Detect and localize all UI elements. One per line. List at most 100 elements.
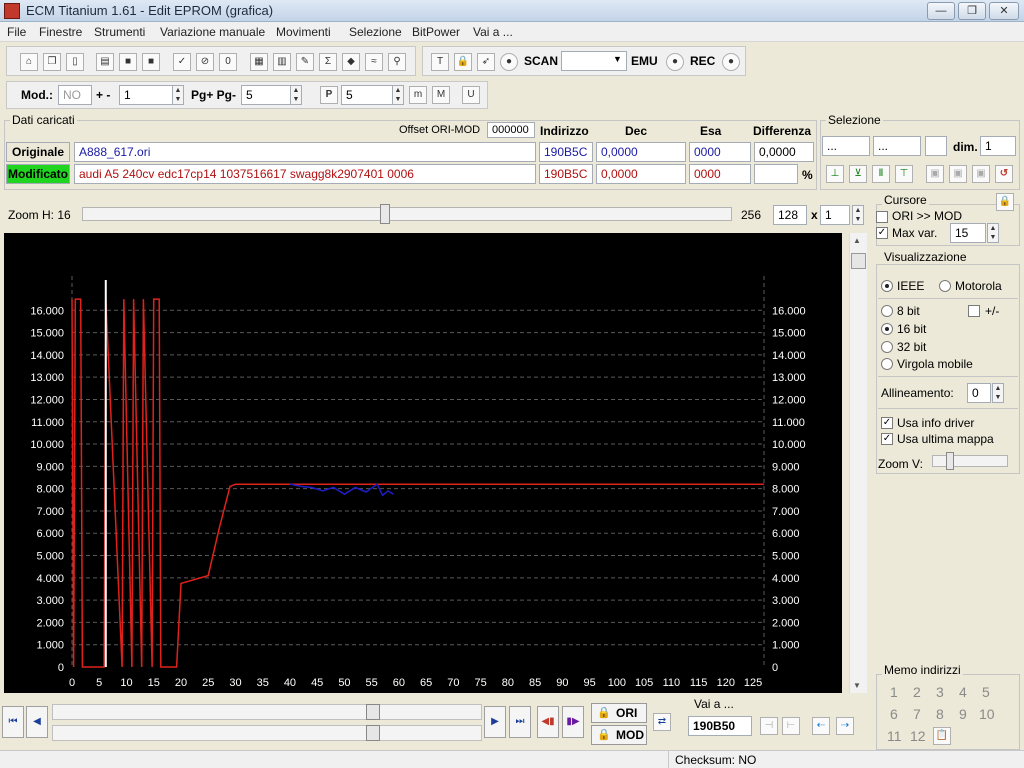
text-icon[interactable]: T	[431, 53, 449, 71]
pgpg-field[interactable]: 5	[241, 85, 293, 105]
binoculars-icon[interactable]: ⚲	[388, 53, 406, 71]
modificato-esa-field[interactable]: 0000	[689, 164, 751, 184]
zoom-v-thumb[interactable]	[946, 452, 954, 470]
memo-slot-9[interactable]: 9	[959, 706, 967, 722]
zero-icon[interactable]: 0	[219, 53, 237, 71]
maxvar-spinner[interactable]: ▲ ▼	[987, 223, 999, 243]
step-forward-icon[interactable]: ▮▶	[562, 706, 584, 738]
memo-slot-8[interactable]: 8	[936, 706, 944, 722]
sum-icon[interactable]: Σ	[319, 53, 337, 71]
zoom-h-thumb[interactable]	[380, 204, 390, 224]
p-spinner[interactable]: ▲ ▼	[392, 85, 404, 105]
memo-slot-12[interactable]: 12	[910, 728, 926, 744]
menu-movimenti[interactable]: Movimenti	[276, 25, 331, 39]
selezione-end-field[interactable]: ...	[873, 136, 921, 156]
compare-icon[interactable]: ⊘	[196, 53, 214, 71]
originale-esa-field[interactable]: 0000	[689, 142, 751, 162]
check-icon[interactable]: ✓	[173, 53, 191, 71]
selezione-start-field[interactable]: ...	[822, 136, 870, 156]
usa-ultima-mappa-checkbox[interactable]: ✓	[881, 433, 893, 445]
step-back-icon[interactable]: ◀▮	[537, 706, 559, 738]
scroll-thumb[interactable]	[851, 253, 866, 269]
modificato-diff-field[interactable]	[754, 164, 798, 184]
graph-svg[interactable]: 0 01.000 1.0002.000 2.0003.000 3.0004.000 4.0…	[4, 233, 842, 693]
zoom-h-slider[interactable]	[82, 207, 732, 221]
maximize-button[interactable]: ❐	[958, 2, 986, 20]
open-folder-icon[interactable]: ▤	[96, 53, 114, 71]
dim-field[interactable]: 1	[980, 136, 1016, 156]
menu-selezione[interactable]: Selezione	[349, 25, 402, 39]
copy-icon[interactable]: ❐	[43, 53, 61, 71]
select-range-icon[interactable]: ⊻	[849, 165, 867, 183]
mod-field[interactable]: NO	[58, 85, 92, 105]
reset-selection-icon[interactable]: ↺	[995, 165, 1013, 183]
plusminus-spinner[interactable]: ▲ ▼	[172, 85, 184, 105]
maxvar-checkbox[interactable]: ✓	[876, 227, 888, 239]
originale-address-field[interactable]: 190B5C	[539, 142, 593, 162]
virgola-radio[interactable]	[881, 358, 893, 370]
originale-file-field[interactable]: A888_617.ori	[74, 142, 536, 162]
app-icon[interactable]	[4, 3, 20, 19]
emu-button[interactable]: ●	[666, 53, 684, 71]
modificato-file-field[interactable]: audi A5 240cv edc17cp14 1037516617 swagg…	[74, 164, 536, 184]
allineamento-spinner[interactable]: ▲ ▼	[992, 383, 1004, 403]
zoom-mult-spinner[interactable]: ▲ ▼	[852, 205, 864, 225]
select-start-icon[interactable]: ⊥	[826, 165, 844, 183]
table-icon[interactable]: ▦	[250, 53, 268, 71]
m-lower-button[interactable]: m	[409, 86, 427, 104]
p-field[interactable]: 5	[341, 85, 395, 105]
plusminus-field[interactable]: 1	[119, 85, 175, 105]
memo-slot-5[interactable]: 5	[982, 684, 990, 700]
memo-slot-6[interactable]: 6	[890, 706, 898, 722]
memo-slot-1[interactable]: 1	[890, 684, 898, 700]
zoom-128-field[interactable]: 128	[773, 205, 807, 225]
memo-slot-7[interactable]: 7	[913, 706, 921, 722]
16bit-radio[interactable]	[881, 323, 893, 335]
u-button[interactable]: U	[462, 86, 480, 104]
last-icon[interactable]: ⏭	[509, 706, 531, 738]
memo-slot-4[interactable]: 4	[959, 684, 967, 700]
chart-icon[interactable]: ≈	[365, 53, 383, 71]
save-icon[interactable]: ■	[119, 53, 137, 71]
motorola-radio[interactable]	[939, 280, 951, 292]
mod-position-thumb[interactable]	[366, 725, 380, 741]
home-icon[interactable]: ⌂	[20, 53, 38, 71]
scroll-down-icon[interactable]: ▼	[853, 681, 861, 690]
cursor-lock-icon[interactable]: 🔒	[996, 193, 1014, 211]
goto-end-icon[interactable]: ⊢	[782, 717, 800, 735]
paste-selection-icon[interactable]: ▣	[949, 165, 967, 183]
calculator-icon[interactable]: ▥	[273, 53, 291, 71]
page-icon[interactable]: ▯	[66, 53, 84, 71]
maxvar-field[interactable]: 15	[950, 223, 986, 243]
ieee-radio[interactable]	[881, 280, 893, 292]
allineamento-field[interactable]: 0	[967, 383, 991, 403]
ori-position-thumb[interactable]	[366, 704, 380, 720]
close-button[interactable]: ✕	[989, 2, 1019, 20]
zoom-mult-field[interactable]: 1	[820, 205, 850, 225]
swap-icon[interactable]: ⇄	[653, 713, 671, 731]
offset-field[interactable]: 000000	[487, 122, 535, 138]
selezione-extra-field[interactable]	[925, 136, 947, 156]
memo-slot-10[interactable]: 10	[979, 706, 995, 722]
signed-checkbox[interactable]	[968, 305, 980, 317]
minimize-button[interactable]: —	[927, 2, 955, 20]
usa-info-driver-checkbox[interactable]: ✓	[881, 417, 893, 429]
originale-diff-field[interactable]: 0,0000	[754, 142, 814, 162]
next-icon[interactable]: ▶	[484, 706, 506, 738]
memo-slot-2[interactable]: 2	[913, 684, 921, 700]
menu-variazione-manuale[interactable]: Variazione manuale	[160, 25, 265, 39]
chart-vscrollbar[interactable]: ▲ ▼	[849, 233, 867, 693]
record-dot-icon[interactable]: ●	[500, 53, 518, 71]
chevron-down-icon[interactable]: ▼	[613, 54, 622, 64]
runner-icon[interactable]: ➶	[477, 53, 495, 71]
ori-mod-checkbox[interactable]	[876, 211, 888, 223]
ori-position-slider[interactable]	[52, 704, 482, 720]
memory-left-icon[interactable]: ⇠	[812, 717, 830, 735]
32bit-radio[interactable]	[881, 341, 893, 353]
modificato-dec-field[interactable]: 0,0000	[596, 164, 686, 184]
pgpg-spinner[interactable]: ▲ ▼	[290, 85, 302, 105]
menu-file[interactable]: File	[7, 25, 26, 39]
originale-dec-field[interactable]: 0,0000	[596, 142, 686, 162]
8bit-radio[interactable]	[881, 305, 893, 317]
graph-panel[interactable]: 0 0 1.000 1.000 2.000 2.000 3.000 3.000 4.000 4.0…	[4, 233, 842, 693]
